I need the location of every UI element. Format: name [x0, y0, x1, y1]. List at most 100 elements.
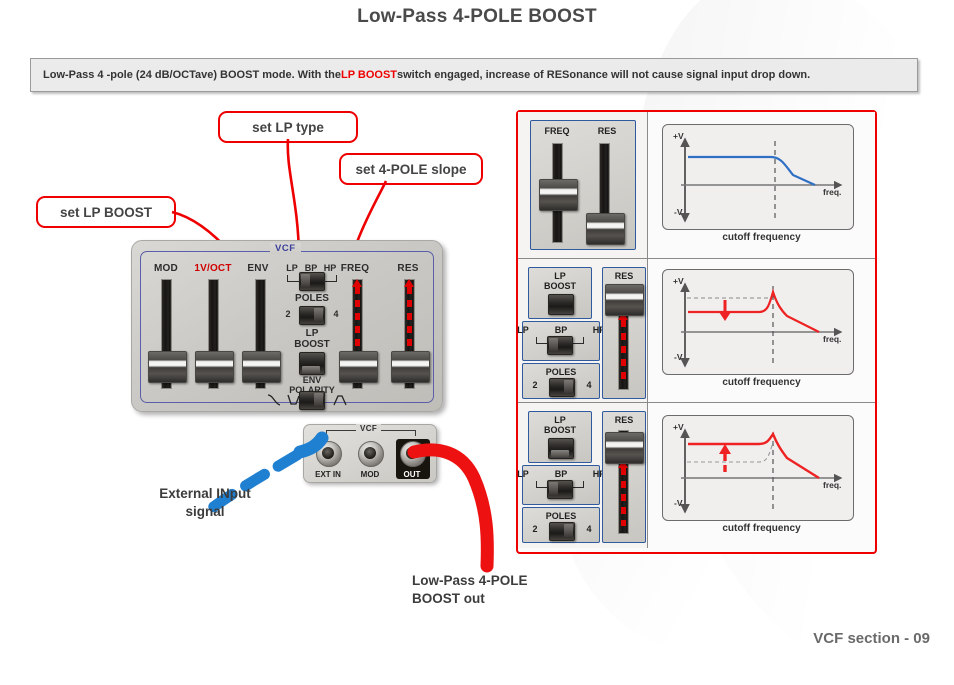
- row3-axis-label-x: freq.: [823, 480, 842, 490]
- row2-poles-switch[interactable]: [549, 378, 575, 397]
- output-note: Low-Pass 4-POLE BOOST out: [412, 572, 612, 608]
- row3-axis-label-bottom: -V: [674, 498, 683, 508]
- diagram-row-2-controls: LP BOOST LP BP HP POLES 2 4 RES: [517, 259, 648, 403]
- description-banner: Low-Pass 4 -pole (24 dB/OCTave) BOOST mo…: [30, 58, 918, 92]
- callout-set-lp-type: set LP type: [218, 111, 358, 143]
- jack-hole: [322, 447, 334, 459]
- row1-slider-box: FREQ RES: [530, 120, 636, 250]
- row2-filter-type-box: LP BP HP: [517, 321, 605, 361]
- row3-filter-switch[interactable]: [547, 480, 573, 499]
- poles-label: POLES: [295, 293, 329, 304]
- row3-res-box: RES: [602, 411, 646, 543]
- row3-poles-switch[interactable]: [549, 522, 575, 541]
- slider-label-freq: FREQ: [340, 263, 370, 274]
- row3-axis-label-top: +V: [673, 422, 684, 432]
- slider-res[interactable]: [391, 279, 430, 389]
- poles-option-2: 2: [285, 309, 291, 319]
- slider-cap[interactable]: [148, 351, 187, 383]
- vcf-jack-panel: VCF EXT IN MOD OUT: [303, 424, 437, 483]
- row2-axis-label-bottom: -V: [674, 352, 683, 362]
- poles-option-4: 4: [333, 309, 339, 319]
- row2-filter-switch[interactable]: [547, 336, 573, 355]
- filter-option-lp: LP: [286, 263, 298, 273]
- jack-hole: [406, 447, 418, 459]
- footer-label: VCF section - 09: [813, 630, 930, 647]
- callout-label: set LP BOOST: [59, 204, 153, 220]
- row3-lp-boost-label2: BOOST: [543, 425, 576, 435]
- freq-up-arrow-shaft: [355, 287, 360, 349]
- row2-res-label: RES: [614, 271, 634, 281]
- filter-type-switch[interactable]: [299, 272, 325, 291]
- row3-filter-type-box: LP BP HP: [517, 465, 605, 505]
- slider-1v-oct[interactable]: [195, 279, 234, 389]
- row2-graph-caption: cutoff frequency: [722, 377, 801, 388]
- vcf-synth-panel: VCF MOD 1V/OCT ENV FREQ RES LP BP HP POL…: [131, 240, 443, 412]
- row2-lp-boost-label2: BOOST: [543, 281, 576, 291]
- slider-label-env: ENV: [247, 263, 269, 274]
- jack-mod[interactable]: MOD: [355, 441, 385, 479]
- lp-boost-switch[interactable]: [299, 352, 325, 375]
- row2-poles-box: POLES 2 4: [522, 363, 600, 399]
- row2-poles-label: POLES: [545, 367, 577, 377]
- row1-slider-freq[interactable]: [539, 143, 578, 243]
- slider-freq[interactable]: [339, 279, 378, 389]
- callout-label: set 4-POLE slope: [355, 161, 467, 177]
- row3-graph: +V -V freq.: [662, 415, 854, 521]
- freq-up-arrow-head: [352, 279, 362, 287]
- row1-label-res: RES: [597, 126, 617, 136]
- slider-cap[interactable]: [195, 351, 234, 383]
- row1-axis-label-x: freq.: [823, 187, 842, 197]
- slider-label-mod: MOD: [154, 263, 178, 274]
- output-note-line2: BOOST out: [412, 591, 485, 606]
- external-input-note-line1: External INput: [159, 486, 251, 501]
- callout-set-4-pole-slope: set 4-POLE slope: [339, 153, 483, 185]
- lp-boost-label-line1: LP: [305, 328, 319, 339]
- slider-env[interactable]: [242, 279, 281, 389]
- diagram-row-1-controls: FREQ RES: [518, 112, 648, 258]
- row3-res-label: RES: [614, 415, 634, 425]
- env-polarity-switch[interactable]: [299, 391, 325, 410]
- slider-cap[interactable]: [586, 213, 625, 245]
- row1-axis-label-top: +V: [673, 131, 684, 141]
- jack-ext-in[interactable]: EXT IN: [313, 441, 343, 479]
- callout-label: set LP type: [252, 119, 324, 135]
- row2-slider-res[interactable]: [605, 284, 644, 390]
- diagram-row-1-graph: +V -V freq. cutoff frequency: [648, 112, 875, 258]
- row1-graph-caption: cutoff frequency: [722, 232, 801, 243]
- row2-lp-boost-label1: LP: [554, 271, 566, 281]
- callout-set-lp-boost: set LP BOOST: [36, 196, 176, 228]
- res-up-arrow-shaft: [407, 287, 412, 349]
- poles-switch[interactable]: [299, 306, 325, 325]
- row2-axis-label-top: +V: [673, 276, 684, 286]
- diagram-row-2-graph: +V -V freq. cutoff frequency: [648, 259, 875, 403]
- diagram-row-3-controls: LP BOOST LP BP HP POLES 2 4 RES: [517, 403, 648, 548]
- diagram-panel: FREQ RES +V -V freq. cutoff frequency LP…: [516, 110, 877, 554]
- row1-slider-res[interactable]: [586, 143, 625, 245]
- slider-cap[interactable]: [605, 284, 644, 316]
- slider-cap[interactable]: [539, 179, 578, 211]
- slider-cap[interactable]: [242, 351, 281, 383]
- row2-graph: +V -V freq.: [662, 269, 854, 375]
- row3-lp-boost-box: LP BOOST: [528, 411, 592, 463]
- row2-res-arrow-shaft: [621, 320, 626, 382]
- diagram-row-1: FREQ RES +V -V freq. cutoff frequency: [518, 112, 875, 258]
- row3-graph-caption: cutoff frequency: [722, 523, 801, 534]
- row1-graph: +V -V freq.: [662, 124, 854, 230]
- slider-cap[interactable]: [605, 432, 644, 464]
- row2-lp-boost-switch[interactable]: [548, 294, 574, 315]
- jack-label-out: OUT: [403, 470, 421, 479]
- slider-label-res: RES: [397, 263, 419, 274]
- external-input-note: External INput signal: [130, 485, 280, 521]
- slider-mod[interactable]: [148, 279, 187, 389]
- description-highlight: LP BOOST: [340, 69, 397, 81]
- row3-lp-boost-switch[interactable]: [548, 438, 574, 459]
- row1-axis-label-bottom: -V: [674, 207, 683, 217]
- row3-poles-box: POLES 2 4: [522, 507, 600, 543]
- slider-cap[interactable]: [339, 351, 378, 383]
- row3-slider-res[interactable]: [605, 430, 644, 534]
- env-polarity-label-line1: ENV: [302, 375, 322, 385]
- slider-cap[interactable]: [391, 351, 430, 383]
- jack-out[interactable]: OUT: [396, 439, 430, 479]
- row3-lp-boost-label1: LP: [554, 415, 566, 425]
- res-up-arrow-head: [404, 279, 414, 287]
